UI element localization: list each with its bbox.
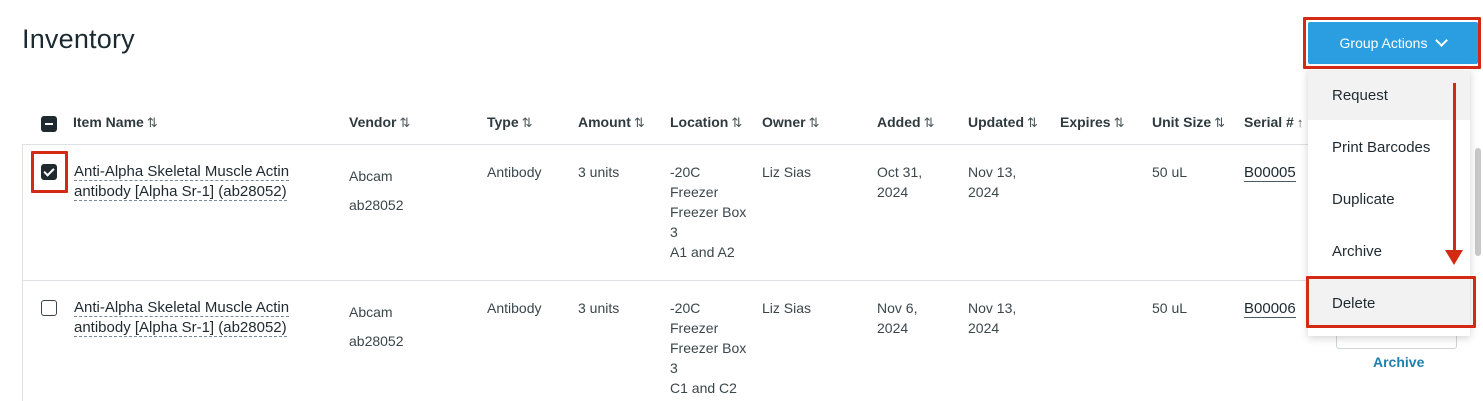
column-header-updated[interactable]: Updated ⇅ — [968, 114, 1038, 131]
owner-cell: Liz Sias — [762, 164, 812, 180]
column-header-amount[interactable]: Amount ⇅ — [578, 114, 645, 131]
inventory-table: Item Name ⇅ Vendor ⇅ Type ⇅ Amount ⇅ Locatio… — [22, 100, 1312, 401]
updated-cell: Nov 13, 2024 — [968, 164, 1017, 200]
menu-item-duplicate[interactable]: Duplicate — [1308, 174, 1470, 224]
highlight-box-group-actions — [1303, 17, 1481, 69]
page-title: Inventory — [22, 24, 135, 54]
type-cell: Antibody — [487, 300, 542, 316]
vendor-cell: Abcam ab28052 — [349, 304, 404, 349]
updated-cell: Nov 13, 2024 — [968, 300, 1017, 336]
column-header-added[interactable]: Added ⇅ — [877, 114, 935, 131]
menu-item-print-barcodes[interactable]: Print Barcodes — [1308, 122, 1470, 172]
added-cell: Oct 31, 2024 — [877, 164, 923, 200]
owner-cell: Liz Sias — [762, 300, 812, 316]
divider — [22, 144, 23, 401]
unit-size-cell: 50 uL — [1152, 300, 1188, 316]
serial-link[interactable]: B00005 — [1244, 162, 1296, 183]
type-cell: Antibody — [487, 164, 542, 180]
sort-icon[interactable]: ↑ — [1297, 115, 1303, 130]
column-header-vendor[interactable]: Vendor ⇅ — [349, 114, 410, 131]
sort-icon[interactable]: ⇅ — [522, 115, 533, 130]
vendor-cell: Abcam ab28052 — [349, 168, 404, 213]
amount-cell: 3 units — [578, 164, 620, 180]
sort-icon[interactable]: ⇅ — [1027, 115, 1038, 130]
item-name-link[interactable]: Anti-Alpha Skeletal Muscle Actin antibody… — [74, 162, 290, 202]
select-all-checkbox[interactable] — [41, 116, 57, 132]
amount-cell: 3 units — [578, 300, 620, 316]
row-archive-link[interactable]: Archive — [1373, 354, 1424, 370]
column-header-unit-size[interactable]: Unit Size ⇅ — [1152, 114, 1225, 131]
menu-item-request[interactable]: Request — [1308, 70, 1470, 120]
sort-icon[interactable]: ⇅ — [147, 115, 158, 130]
sort-icon[interactable]: ⇅ — [731, 115, 742, 130]
row-action-field[interactable] — [1336, 335, 1457, 349]
sort-icon[interactable]: ⇅ — [1114, 115, 1125, 130]
sort-icon[interactable]: ⇅ — [634, 115, 645, 130]
column-header-serial[interactable]: Serial # ↑ — [1244, 114, 1303, 130]
column-header-location[interactable]: Location ⇅ — [670, 114, 742, 131]
row-checkbox[interactable] — [41, 300, 57, 316]
highlight-box-delete — [1306, 276, 1476, 328]
sort-icon[interactable]: ⇅ — [924, 115, 935, 130]
item-name-link[interactable]: Anti-Alpha Skeletal Muscle Actin antibody… — [74, 298, 290, 338]
column-header-item-name[interactable]: Item Name ⇅ — [73, 114, 158, 131]
added-cell: Nov 6, 2024 — [877, 300, 918, 336]
annotation-arrow-line — [1453, 83, 1456, 253]
serial-link[interactable]: B00006 — [1244, 298, 1296, 319]
column-header-expires[interactable]: Expires ⇅ — [1060, 114, 1124, 131]
location-cell: -20C Freezer Freezer Box 3 A1 and A2 — [670, 164, 747, 260]
column-header-type[interactable]: Type ⇅ — [487, 114, 533, 131]
highlight-box-checkbox — [31, 151, 68, 193]
sort-icon[interactable]: ⇅ — [1214, 115, 1225, 130]
sort-icon[interactable]: ⇅ — [399, 115, 410, 130]
unit-size-cell: 50 uL — [1152, 164, 1188, 180]
annotation-arrow-head — [1445, 250, 1463, 265]
vertical-scrollbar[interactable] — [1475, 148, 1481, 256]
sort-icon[interactable]: ⇅ — [809, 115, 820, 130]
column-header-owner[interactable]: Owner ⇅ — [762, 114, 820, 131]
location-cell: -20C Freezer Freezer Box 3 C1 and C2 — [670, 300, 747, 396]
divider — [22, 280, 1312, 281]
divider — [22, 144, 1312, 145]
